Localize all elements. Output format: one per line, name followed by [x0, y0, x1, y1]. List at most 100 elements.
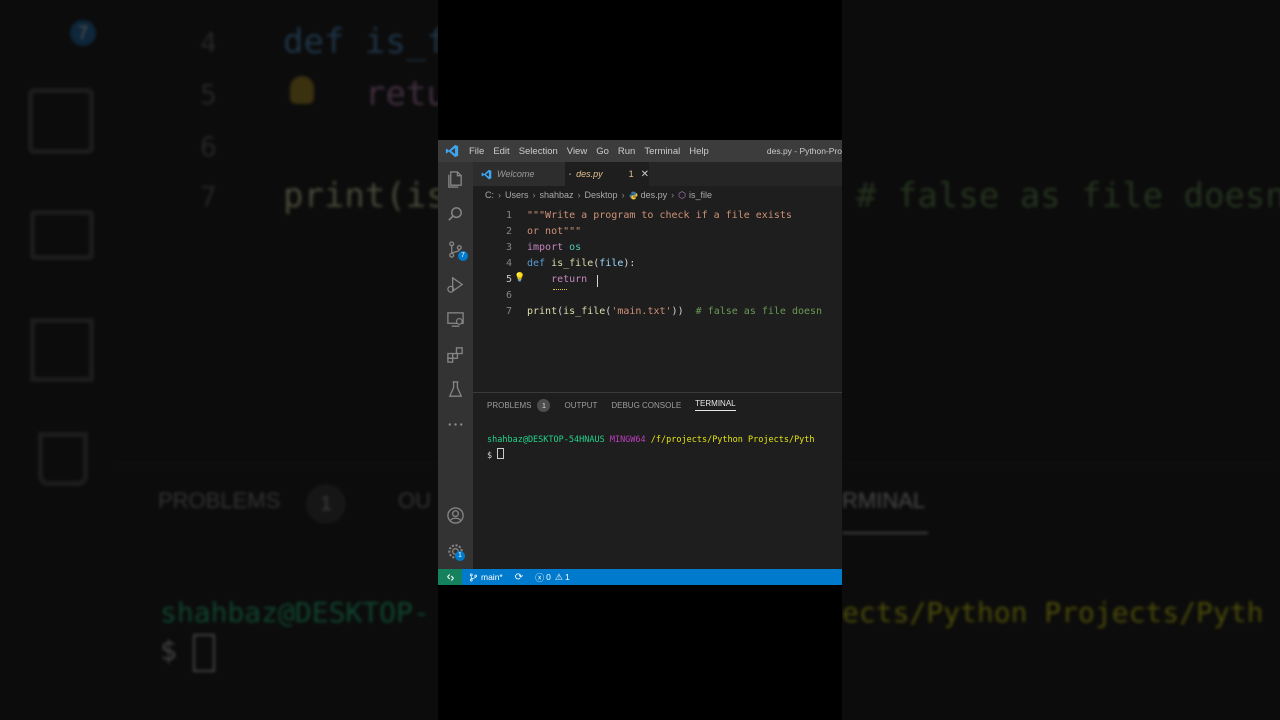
code-text: or not""" — [527, 226, 581, 237]
code-token: 'main.txt' — [611, 306, 672, 317]
code-token: def — [527, 258, 546, 269]
chevron-right-icon: › — [532, 190, 536, 200]
code-text: import os — [527, 242, 581, 253]
tab-problems-count: 1 — [628, 169, 634, 179]
code-token: return — [527, 274, 588, 285]
breadcrumb-desktop[interactable]: Desktop — [585, 190, 618, 200]
problems-badge: 1 — [537, 398, 551, 412]
chevron-right-icon: › — [498, 190, 501, 200]
breadcrumb-file[interactable]: des.py — [641, 190, 668, 200]
code-line[interactable]: 4 def is_file(file): — [473, 258, 842, 274]
panel-tab-terminal[interactable]: TERMINAL — [695, 399, 736, 411]
bottom-panel: PROBLEMS 1 OUTPUT DEBUG CONSOLE TERMINAL… — [473, 392, 842, 570]
vscode-window: File Edit Selection View Go Run Terminal… — [438, 140, 842, 585]
menu-selection[interactable]: Selection — [519, 146, 558, 157]
code-token: file — [599, 258, 624, 269]
menu-go[interactable]: Go — [596, 146, 609, 157]
breadcrumb-user[interactable]: shahbaz — [540, 190, 574, 200]
remote-indicator[interactable] — [438, 569, 462, 585]
settings-badge: 1 — [455, 551, 465, 561]
breadcrumb-drive[interactable]: C: — [485, 190, 494, 200]
testing-icon[interactable] — [446, 380, 465, 399]
tab-des-py-label: des.py — [576, 169, 603, 179]
git-branch-icon — [469, 573, 478, 581]
breadcrumb-symbol[interactable]: is_file — [689, 190, 712, 200]
terminal-user: shahbaz@DESKTOP-54HNAUS — [487, 435, 605, 445]
code-token: import — [527, 242, 564, 253]
panel-tab-output[interactable]: OUTPUT — [564, 401, 597, 410]
source-control-icon[interactable]: 7 — [446, 240, 468, 261]
code-token: print — [527, 306, 558, 317]
code-line[interactable]: 2 or not""" — [473, 226, 842, 242]
code-line[interactable]: 5 return 💡 — [473, 273, 842, 290]
line-number: 7 — [505, 306, 512, 317]
close-icon[interactable]: ✕ — [641, 169, 649, 180]
panel-tabs: PROBLEMS 1 OUTPUT DEBUG CONSOLE TERMINAL — [473, 393, 842, 417]
python-file-icon — [629, 191, 638, 200]
sync-icon[interactable]: ⟳ — [515, 572, 523, 583]
warning-count[interactable]: 1 — [565, 572, 570, 582]
code-line[interactable]: 7 print(is_file('main.txt')) # false as f… — [473, 306, 842, 322]
code-text: return — [527, 274, 587, 285]
menu-help[interactable]: Help — [689, 146, 709, 157]
vscode-logo-icon — [481, 169, 492, 179]
code-line[interactable]: 1 """Write a program to check if a file e… — [473, 210, 842, 226]
tab-des-py[interactable]: des.py 1 ✕ — [565, 162, 649, 186]
explorer-icon[interactable] — [446, 170, 465, 189]
tab-welcome[interactable]: Welcome — [473, 162, 565, 186]
settings-icon[interactable]: 1 — [446, 542, 465, 561]
symbol-method-icon: ⬡ — [678, 189, 686, 200]
line-number: 3 — [505, 242, 512, 253]
lightbulb-icon[interactable]: 💡 — [514, 273, 525, 283]
code-token: """Write a program to check if a file ex… — [527, 210, 792, 221]
code-token: is_file — [551, 258, 594, 269]
title-bar: File Edit Selection View Go Run Terminal… — [438, 140, 842, 162]
code-text: def is_file(file): — [527, 258, 635, 269]
terminal[interactable]: shahbaz@DESKTOP-54HNAUS MINGW64 /f/proje… — [487, 435, 842, 461]
extensions-icon[interactable] — [446, 345, 465, 364]
code-line[interactable]: 6 — [473, 290, 842, 306]
menu-edit[interactable]: Edit — [493, 146, 509, 157]
python-file-icon — [569, 173, 571, 175]
menu-view[interactable]: View — [567, 146, 587, 157]
error-count[interactable]: 0 — [546, 572, 551, 582]
terminal-cursor — [497, 448, 505, 459]
code-token: )) — [671, 306, 696, 317]
terminal-prompt-line: $ — [487, 448, 842, 461]
code-token: or not""" — [527, 226, 582, 237]
terminal-shell: MINGW64 — [609, 435, 646, 445]
menu-file[interactable]: File — [469, 146, 484, 157]
error-icon: ⓧ — [535, 572, 545, 583]
code-token: is_file — [563, 306, 606, 317]
code-line[interactable]: 3 import os — [473, 242, 842, 258]
remote-explorer-icon[interactable] — [446, 310, 465, 329]
account-icon[interactable] — [446, 506, 465, 525]
status-bar: main* ⟳ ⓧ 0 ⚠ 1 — [438, 569, 842, 585]
terminal-prompt: $ — [487, 451, 493, 461]
more-icon[interactable] — [446, 415, 465, 434]
line-number: 5 — [505, 274, 512, 285]
code-editor[interactable]: 1 """Write a program to check if a file e… — [473, 204, 842, 392]
window-title: des.py - Python-Pro — [766, 146, 842, 156]
menu-terminal[interactable]: Terminal — [644, 146, 680, 157]
code-token: # false as file doesn — [695, 306, 823, 317]
warning-icon: ⚠ — [554, 571, 563, 582]
menu-run[interactable]: Run — [618, 146, 635, 157]
line-number: 1 — [505, 210, 512, 221]
terminal-line: shahbaz@DESKTOP-54HNAUS MINGW64 /f/proje… — [487, 435, 842, 448]
code-token: os — [563, 242, 582, 253]
panel-tab-debug-console[interactable]: DEBUG CONSOLE — [611, 401, 681, 410]
panel-tab-problems[interactable]: PROBLEMS 1 — [487, 398, 551, 412]
run-debug-icon[interactable] — [446, 275, 465, 294]
source-control-badge: 7 — [458, 251, 468, 261]
search-icon[interactable] — [446, 205, 465, 224]
code-token: ): — [623, 258, 636, 269]
tab-welcome-label: Welcome — [497, 169, 535, 179]
activity-bar: 7 1 — [438, 162, 473, 569]
remote-icon — [446, 573, 454, 581]
chevron-right-icon: › — [671, 190, 675, 200]
breadcrumb-users[interactable]: Users — [505, 190, 529, 200]
line-number: 4 — [505, 258, 512, 269]
line-number: 6 — [505, 290, 512, 301]
git-branch[interactable]: main* — [481, 572, 503, 582]
